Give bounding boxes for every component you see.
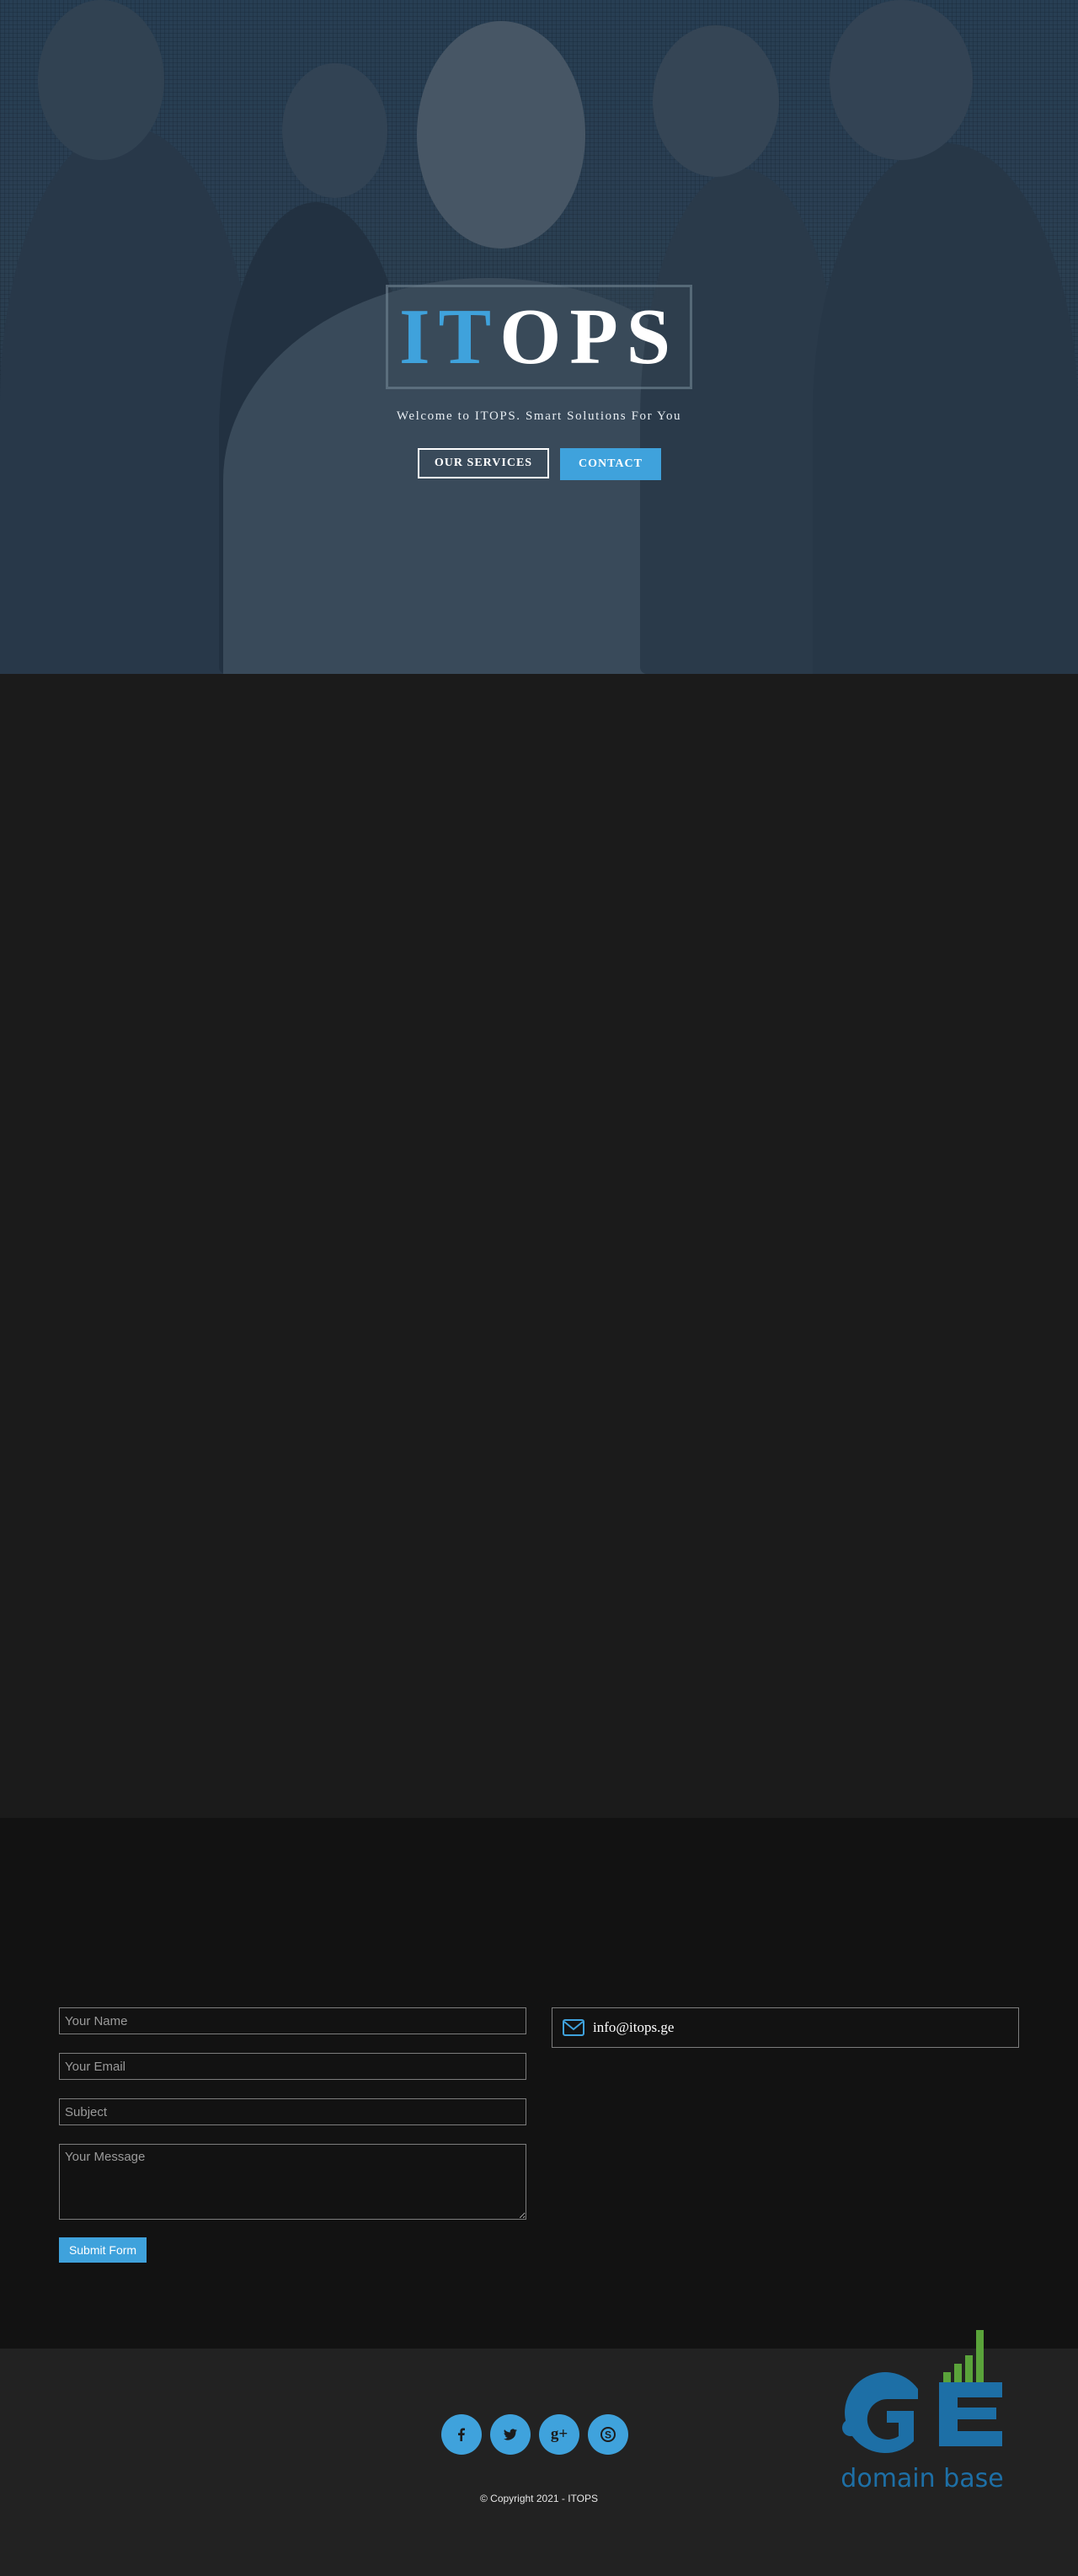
submit-form-button[interactable]: Submit Form (59, 2237, 147, 2263)
twitter-icon[interactable] (490, 2414, 531, 2455)
services-section (0, 674, 1078, 1818)
name-field[interactable] (59, 2007, 526, 2034)
facebook-icon[interactable] (441, 2414, 482, 2455)
hero-section: IT OPS Welcome to ITOPS. Smart Solutions … (0, 0, 1078, 674)
skype-icon[interactable]: S (588, 2414, 628, 2455)
contact-info-box: info@itops.ge (552, 2007, 1019, 2048)
svg-text:S: S (605, 2429, 611, 2441)
message-field[interactable] (59, 2144, 526, 2220)
site-logo: IT OPS (386, 285, 692, 389)
google-plus-icon[interactable]: g+ (539, 2414, 579, 2455)
ge-domain-base-logo[interactable]: domain base (838, 2330, 1006, 2495)
contact-email[interactable]: info@itops.ge (593, 2019, 674, 2036)
subject-field[interactable] (59, 2098, 526, 2125)
logo-main-text: OPS (499, 293, 680, 381)
contact-button[interactable]: CONTACT (560, 448, 661, 480)
envelope-icon (563, 2019, 584, 2036)
badge-text: domain base (841, 2464, 1003, 2493)
our-services-button[interactable]: OUR SERVICES (418, 448, 549, 478)
contact-section (0, 1818, 1078, 2349)
google-plus-glyph: g+ (550, 2425, 568, 2443)
hero-tagline: Welcome to ITOPS. Smart Solutions For Yo… (396, 409, 682, 423)
email-field[interactable] (59, 2053, 526, 2080)
logo-accent-text: IT (398, 293, 500, 381)
